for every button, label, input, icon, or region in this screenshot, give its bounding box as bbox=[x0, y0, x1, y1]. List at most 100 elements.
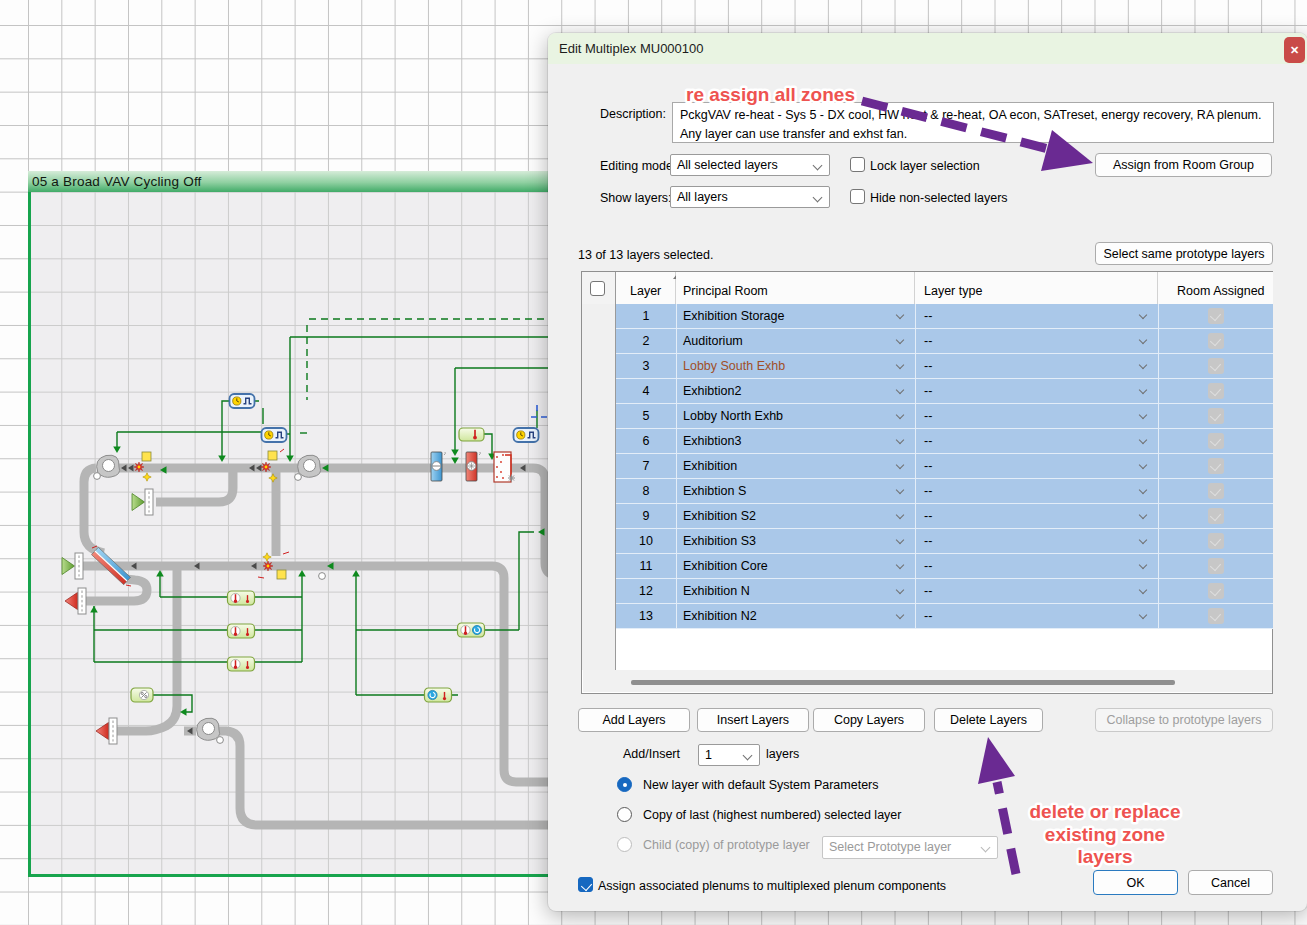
insert-layers-button[interactable]: Insert Layers bbox=[697, 708, 809, 732]
table-row[interactable]: 9Exhibition S2-- bbox=[582, 504, 1273, 529]
room-assigned-checkbox bbox=[1158, 554, 1273, 579]
mixed-air-sensor-icon[interactable] bbox=[458, 623, 485, 637]
table-row[interactable]: 2Auditorium-- bbox=[582, 329, 1273, 354]
delete-layers-button[interactable]: Delete Layers bbox=[934, 708, 1043, 732]
principal-room-dropdown[interactable]: Lobby North Exhb bbox=[676, 404, 915, 429]
assign-plenums-checkbox[interactable] bbox=[578, 877, 593, 892]
zone-sensor2-icon[interactable] bbox=[228, 624, 255, 638]
prototype-layer-select[interactable]: Select Prototype layer bbox=[822, 836, 998, 859]
transfer-air-intake-icon[interactable] bbox=[132, 489, 153, 515]
principal-room-dropdown[interactable]: Exhibition Storage bbox=[676, 304, 915, 329]
show-layers-select[interactable]: All layers bbox=[670, 186, 830, 208]
table-row[interactable]: 3Lobby South Exhb-- bbox=[582, 354, 1273, 379]
layer-type-dropdown[interactable]: -- bbox=[915, 329, 1158, 354]
controller3-icon[interactable] bbox=[514, 428, 539, 442]
blue-control-line bbox=[531, 405, 548, 417]
principal-room-dropdown[interactable]: Exhibition S3 bbox=[676, 529, 915, 554]
radio-child-prototype[interactable] bbox=[617, 837, 632, 852]
assign-from-room-group-button[interactable]: Assign from Room Group bbox=[1095, 153, 1272, 177]
select-all-header[interactable] bbox=[582, 272, 616, 304]
cancel-button[interactable]: Cancel bbox=[1188, 870, 1273, 895]
principal-room-dropdown[interactable]: Exhibition N bbox=[676, 579, 915, 604]
room-assigned-checkbox bbox=[1158, 579, 1273, 604]
select-all-checkbox[interactable] bbox=[590, 281, 605, 296]
supply-fan-icon[interactable] bbox=[94, 455, 120, 479]
hide-non-selected-checkbox[interactable] bbox=[850, 189, 865, 204]
description-input[interactable]: PckgVAV re-heat - Sys 5 - DX cool, HW he… bbox=[672, 102, 1274, 143]
humidity-sensor-icon[interactable] bbox=[131, 688, 153, 702]
radio-child-prototype-label: Child (copy) of prototype layer bbox=[643, 838, 810, 852]
supply-temp-sensor-icon[interactable] bbox=[459, 428, 484, 441]
principal-room-dropdown[interactable]: Exhibition S2 bbox=[676, 504, 915, 529]
layer-type-dropdown[interactable]: -- bbox=[915, 554, 1158, 579]
table-row[interactable]: 12Exhibition N-- bbox=[582, 579, 1273, 604]
layers-suffix-label: layers bbox=[766, 747, 799, 761]
editing-mode-label: Editing mode: bbox=[600, 159, 676, 173]
layer-type-column-header[interactable]: Layer type bbox=[915, 272, 1158, 304]
ok-button[interactable]: OK bbox=[1093, 870, 1178, 895]
table-row[interactable]: 10Exhibition S3-- bbox=[582, 529, 1273, 554]
principal-room-dropdown[interactable]: Exhibtion3 bbox=[676, 429, 915, 454]
layer-type-dropdown[interactable]: -- bbox=[915, 454, 1158, 479]
exhaust-fan-icon[interactable] bbox=[197, 718, 224, 743]
lock-layer-selection-label: Lock layer selection bbox=[870, 159, 980, 173]
hide-non-selected-label: Hide non-selected layers bbox=[870, 191, 1008, 205]
return-air-sensor-icon[interactable] bbox=[425, 688, 452, 702]
radio-copy-last[interactable] bbox=[617, 807, 632, 822]
table-row[interactable]: 7Exhibition-- bbox=[582, 454, 1273, 479]
fresh-air-intake-icon[interactable] bbox=[62, 553, 83, 579]
collapse-to-prototype-button[interactable]: Collapse to prototype layers bbox=[1095, 708, 1273, 732]
room-assigned-column-header[interactable]: Room Assigned bbox=[1158, 272, 1273, 304]
table-row[interactable]: 13Exhibition N2-- bbox=[582, 604, 1273, 629]
principal-room-dropdown[interactable]: Exhibtion S bbox=[676, 479, 915, 504]
layer-type-dropdown[interactable]: -- bbox=[915, 504, 1158, 529]
zone-sensor1-icon[interactable] bbox=[228, 591, 255, 605]
supply-fan2-icon[interactable] bbox=[295, 455, 321, 480]
room-assigned-checkbox bbox=[1158, 604, 1273, 629]
radio-new-layer[interactable] bbox=[617, 777, 632, 792]
layer-type-dropdown[interactable]: -- bbox=[915, 404, 1158, 429]
principal-room-column-header[interactable]: Principal Room bbox=[676, 272, 915, 304]
layer-type-dropdown[interactable]: -- bbox=[915, 429, 1158, 454]
table-row[interactable]: 6Exhibtion3-- bbox=[582, 429, 1273, 454]
layer-type-dropdown[interactable]: -- bbox=[915, 354, 1158, 379]
layer-column-header[interactable]: Layer bbox=[616, 272, 676, 304]
layer-type-dropdown[interactable]: -- bbox=[915, 529, 1158, 554]
table-row[interactable]: 4Exhibtion2-- bbox=[582, 379, 1273, 404]
layer-type-dropdown[interactable]: -- bbox=[915, 479, 1158, 504]
layer-type-dropdown[interactable]: -- bbox=[915, 604, 1158, 629]
exhaust-air-outlet2-icon[interactable] bbox=[96, 718, 117, 744]
principal-room-dropdown[interactable]: Exhibtion2 bbox=[676, 379, 915, 404]
table-row[interactable]: 8Exhibtion S-- bbox=[582, 479, 1273, 504]
add-insert-label: Add/Insert bbox=[623, 747, 680, 761]
principal-room-dropdown[interactable]: Exhibition Core bbox=[676, 554, 915, 579]
room-assigned-checkbox bbox=[1158, 529, 1273, 554]
add-insert-count-select[interactable]: 1 bbox=[698, 744, 760, 766]
principal-room-dropdown[interactable]: Exhibition bbox=[676, 454, 915, 479]
dialog-titlebar[interactable]: Edit Multiplex MU000100 ✕ bbox=[548, 33, 1307, 64]
layer-type-dropdown[interactable]: -- bbox=[915, 579, 1158, 604]
table-row[interactable]: 1Exhibition Storage-- bbox=[582, 304, 1273, 329]
layers-table-rows: 1Exhibition Storage--2Auditorium--3Lobby… bbox=[582, 304, 1273, 629]
close-icon[interactable]: ✕ bbox=[1284, 37, 1305, 63]
scrollbar-thumb[interactable] bbox=[631, 680, 1175, 685]
principal-room-dropdown[interactable]: Auditorium bbox=[676, 329, 915, 354]
select-same-prototype-button[interactable]: Select same prototype layers bbox=[1095, 242, 1273, 265]
add-layers-button[interactable]: Add Layers bbox=[578, 708, 690, 732]
lock-layer-selection-checkbox[interactable] bbox=[850, 157, 865, 172]
controller1-icon[interactable] bbox=[230, 394, 255, 408]
exhaust-air-outlet-icon[interactable] bbox=[65, 588, 86, 614]
principal-room-dropdown[interactable]: Lobby South Exhb bbox=[676, 354, 915, 379]
controller2-icon[interactable] bbox=[262, 428, 287, 442]
zone-sensor3-icon[interactable] bbox=[228, 657, 255, 671]
layer-type-dropdown[interactable]: -- bbox=[915, 379, 1158, 404]
table-row[interactable]: 11Exhibition Core-- bbox=[582, 554, 1273, 579]
checkbox-column-track bbox=[582, 304, 616, 670]
principal-room-dropdown[interactable]: Exhibition N2 bbox=[676, 604, 915, 629]
table-row[interactable]: 5Lobby North Exhb-- bbox=[582, 404, 1273, 429]
horizontal-scrollbar[interactable] bbox=[583, 670, 1272, 692]
editing-mode-select[interactable]: All selected layers bbox=[670, 154, 830, 176]
layer-number: 6 bbox=[616, 429, 676, 454]
layer-type-dropdown[interactable]: -- bbox=[915, 304, 1158, 329]
copy-layers-button[interactable]: Copy Layers bbox=[813, 708, 925, 732]
